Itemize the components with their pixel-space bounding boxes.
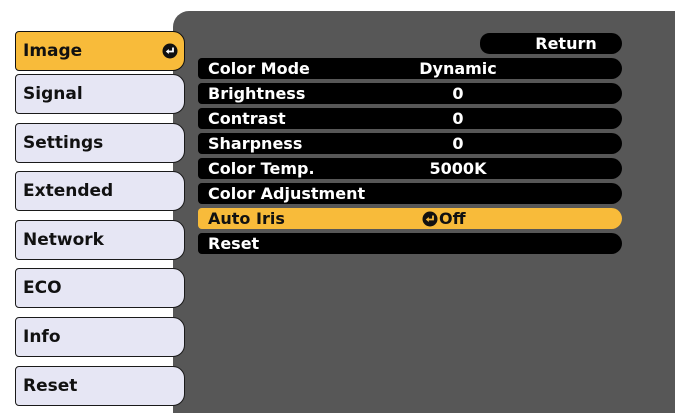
row-label: Auto Iris: [208, 209, 285, 228]
row-value-group: Off: [422, 208, 466, 229]
row-label: Color Temp.: [208, 159, 315, 178]
tab-label: Info: [23, 327, 61, 347]
tab-column: Image Signal Settings Extended Network E…: [0, 0, 190, 417]
tab-label: Signal: [23, 84, 83, 104]
tab-eco[interactable]: ECO: [15, 268, 185, 308]
menu-row-color-adjustment[interactable]: Color Adjustment: [198, 183, 622, 204]
row-value: Off: [439, 209, 466, 228]
tab-info[interactable]: Info: [15, 317, 185, 357]
row-label: Color Adjustment: [208, 184, 366, 203]
menu-row-reset[interactable]: Reset: [198, 233, 622, 254]
tab-label: ECO: [23, 278, 62, 298]
row-label: Color Mode: [208, 59, 310, 78]
tab-label: Settings: [23, 133, 104, 153]
tab-label: Network: [23, 230, 104, 250]
return-button[interactable]: Return: [480, 33, 622, 54]
row-value: 0: [452, 134, 464, 153]
menu-row-brightness[interactable]: Brightness 0: [198, 83, 622, 104]
row-label: Contrast: [208, 109, 286, 128]
tab-settings[interactable]: Settings: [15, 123, 185, 163]
menu-row-auto-iris[interactable]: Auto Iris Off: [198, 208, 622, 229]
tab-label: Image: [23, 41, 83, 61]
menu-row-color-mode[interactable]: Color Mode Dynamic: [198, 58, 622, 79]
row-label: Sharpness: [208, 134, 303, 153]
tab-extended[interactable]: Extended: [15, 171, 185, 211]
row-value: 5000K: [429, 159, 487, 178]
tab-image[interactable]: Image: [15, 31, 185, 71]
enter-icon: [422, 211, 438, 226]
tab-label: Extended: [23, 181, 114, 201]
tab-signal[interactable]: Signal: [15, 74, 185, 114]
row-label: Reset: [208, 234, 260, 253]
tab-label: Reset: [23, 376, 78, 396]
row-value: Dynamic: [419, 59, 497, 78]
row-value: 0: [452, 84, 464, 103]
menu-row-sharpness[interactable]: Sharpness 0: [198, 133, 622, 154]
menu-row-contrast[interactable]: Contrast 0: [198, 108, 622, 129]
tab-reset[interactable]: Reset: [15, 366, 185, 406]
enter-icon: [162, 43, 178, 59]
row-value: 0: [452, 109, 464, 128]
tab-network[interactable]: Network: [15, 220, 185, 260]
row-label: Brightness: [208, 84, 306, 103]
menu-row-color-temp[interactable]: Color Temp. 5000K: [198, 158, 622, 179]
